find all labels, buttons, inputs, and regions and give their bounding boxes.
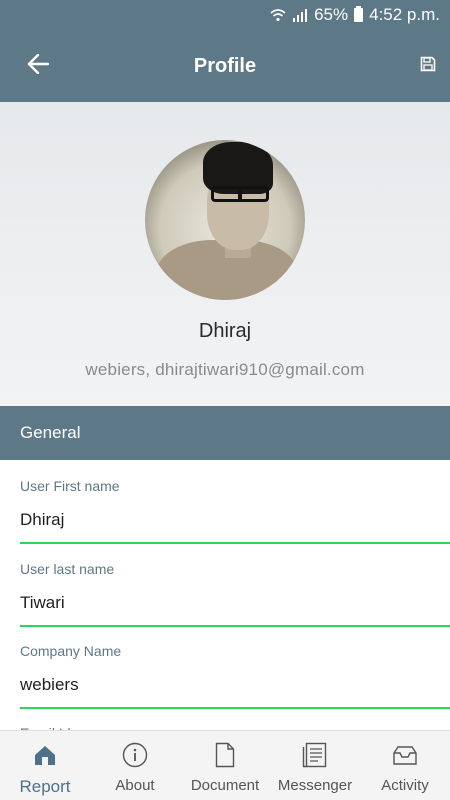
- nav-label: Document: [190, 777, 260, 794]
- back-button[interactable]: [22, 50, 54, 82]
- section-header-general: General: [0, 406, 450, 460]
- app-bar: Profile: [0, 30, 450, 102]
- last-name-input[interactable]: Tiwari: [20, 593, 450, 613]
- field-underline: [20, 542, 450, 544]
- document-icon: [211, 741, 239, 769]
- field-label: User First name: [20, 478, 120, 494]
- nav-item-activity[interactable]: Activity: [360, 731, 450, 800]
- profile-header: Dhiraj webiers, dhirajtiwari910@gmail.co…: [0, 102, 450, 406]
- profile-subtitle: webiers, dhirajtiwari910@gmail.com: [85, 360, 365, 379]
- first-name-field[interactable]: User First name Dhiraj: [20, 478, 450, 544]
- nav-label: Messenger: [277, 777, 353, 794]
- back-arrow-icon: [27, 53, 50, 79]
- field-underline: [20, 625, 450, 627]
- battery-icon: [354, 6, 364, 22]
- nav-item-messenger[interactable]: Messenger: [270, 731, 360, 800]
- nav-label: Activity: [381, 777, 429, 794]
- field-underline: [20, 707, 450, 709]
- first-name-input[interactable]: Dhiraj: [20, 510, 450, 530]
- last-name-field[interactable]: User last name Tiwari: [20, 561, 450, 627]
- inbox-icon: [391, 741, 419, 769]
- nav-label: Report: [19, 777, 71, 796]
- field-label: Company Name: [20, 643, 122, 659]
- home-icon: [31, 741, 59, 769]
- nav-item-document[interactable]: Document: [180, 731, 270, 800]
- nav-item-about[interactable]: About: [90, 731, 180, 800]
- info-icon: [121, 741, 149, 769]
- battery-percent: 65%: [314, 5, 349, 24]
- page-title: Profile: [193, 54, 257, 77]
- status-bar: 65% 4:52 p.m.: [0, 0, 450, 30]
- avatar[interactable]: [145, 140, 305, 300]
- signal-icon: [292, 8, 308, 22]
- save-icon: [420, 56, 436, 77]
- save-button[interactable]: [414, 52, 442, 80]
- company-name-input[interactable]: webiers: [20, 675, 450, 695]
- wifi-icon: [270, 8, 286, 22]
- company-name-field[interactable]: Company Name webiers: [20, 643, 450, 709]
- nav-item-report[interactable]: Report: [0, 731, 90, 800]
- field-label: User last name: [20, 561, 115, 577]
- profile-name: Dhiraj: [198, 320, 252, 342]
- nav-label: About: [115, 777, 155, 794]
- messenger-icon: [301, 741, 329, 769]
- clock: 4:52 p.m.: [369, 5, 440, 24]
- bottom-nav: Report About Document Messenger Activity: [0, 730, 450, 800]
